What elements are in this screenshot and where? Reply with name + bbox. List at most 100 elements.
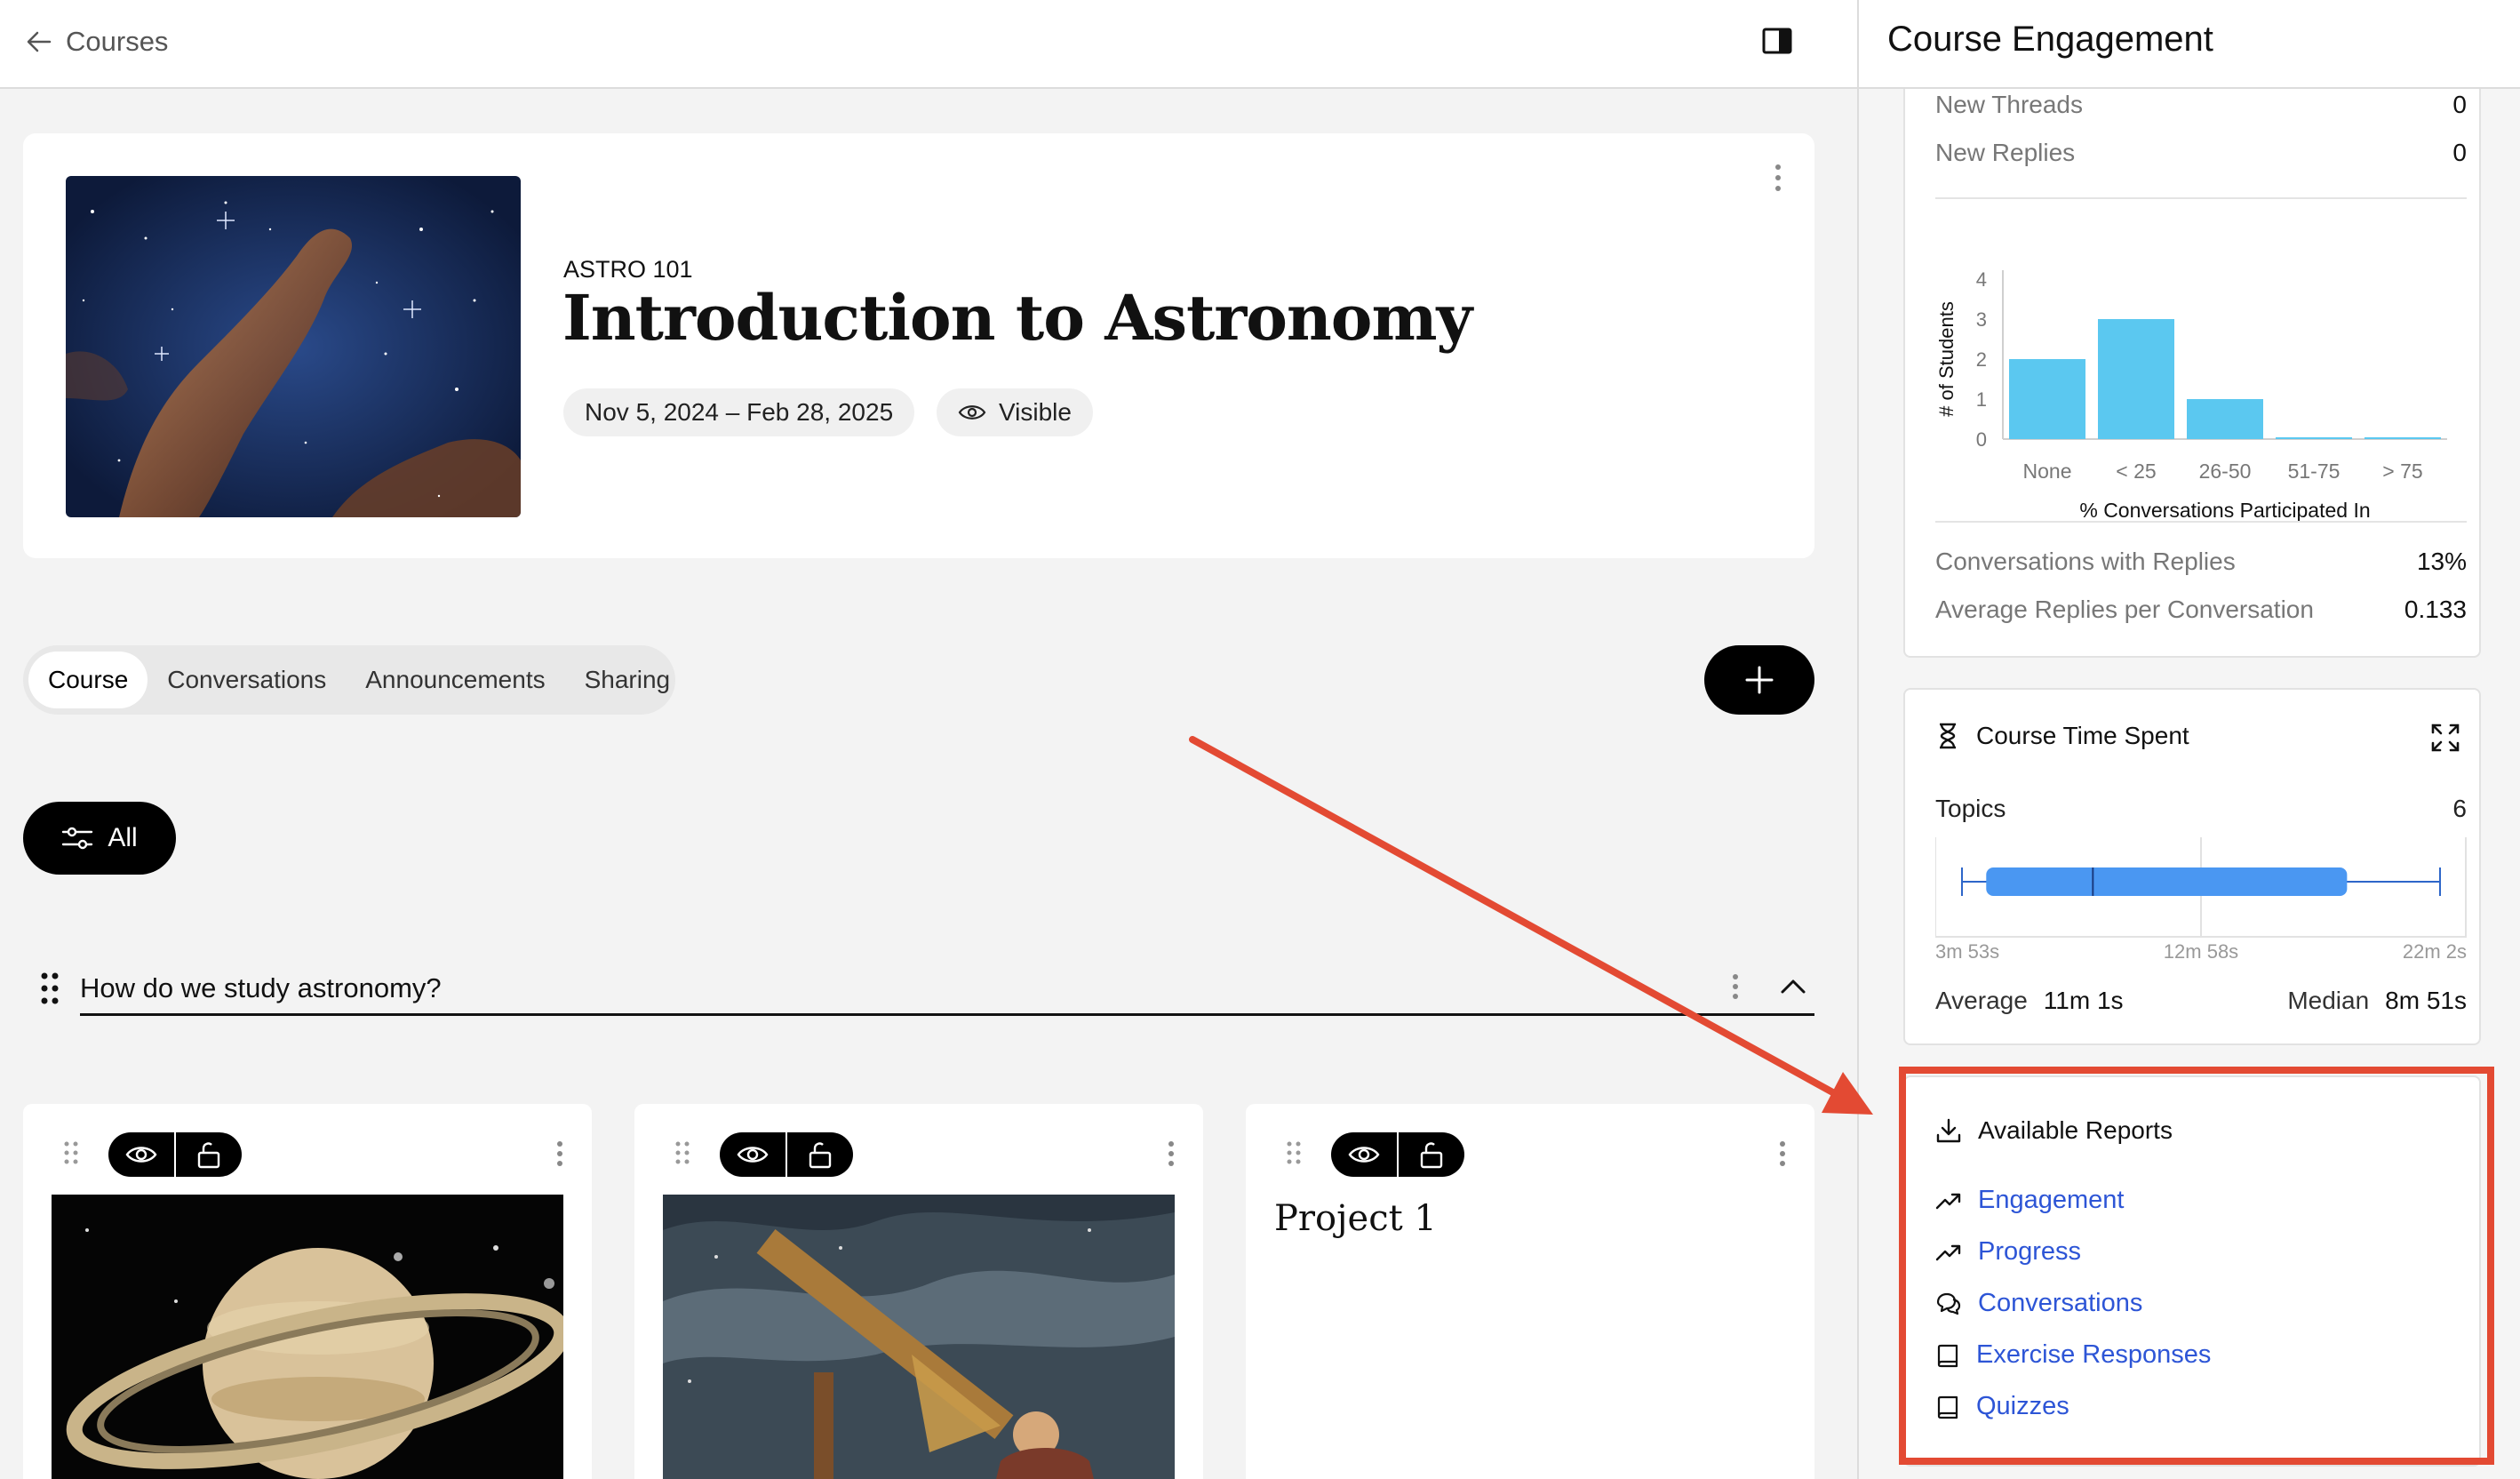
median-value: 8m 51s [2385, 987, 2467, 1014]
card-visibility-toggles [108, 1132, 242, 1177]
median-label: Median [2287, 987, 2370, 1014]
eye-icon[interactable] [720, 1132, 786, 1177]
tab-sharing[interactable]: Sharing [565, 652, 690, 708]
average-value: 11m 1s [2043, 987, 2124, 1014]
report-link-exercise-responses[interactable]: Exercise Responses [1935, 1340, 2211, 1370]
section-title[interactable]: How do we study astronomy? [80, 972, 442, 1004]
course-tabs: Course Conversations Announcements Shari… [23, 645, 675, 715]
top-bar: Courses [0, 0, 1857, 89]
x-tick-label: < 25 [2116, 460, 2156, 483]
tab-course[interactable]: Course [28, 652, 148, 708]
stat-row: New Replies 0 [1935, 139, 2467, 167]
axis-min-label: 3m 53s [1935, 940, 1999, 962]
panel-header: Course Engagement [1859, 0, 2520, 89]
card-image-telescope [663, 1195, 1175, 1479]
report-label: Progress [1978, 1237, 2082, 1266]
y-axis-label: # of Students [1935, 301, 1958, 417]
card-more-menu-icon[interactable] [1772, 1136, 1793, 1171]
time-spent-title: Course Time Spent [1976, 722, 2189, 749]
available-reports-card: Available Reports Engagement Progress Co… [1903, 1075, 2481, 1467]
content-card[interactable]: Project 1 [1246, 1104, 1814, 1479]
unlock-icon[interactable] [176, 1132, 242, 1177]
y-tick-label: 2 [1976, 348, 1987, 371]
add-button[interactable] [1704, 645, 1814, 715]
filter-button[interactable]: All [23, 802, 176, 875]
visibility-pill[interactable]: Visible [937, 388, 1093, 436]
card-more-menu-icon[interactable] [1160, 1136, 1182, 1171]
stat-value: 13% [2416, 548, 2467, 575]
report-link-quizzes[interactable]: Quizzes [1935, 1392, 2069, 1421]
x-tick-label: 26-50 [2199, 460, 2252, 483]
section-more-menu-icon[interactable] [1724, 969, 1747, 1004]
bar [2098, 319, 2174, 439]
unlock-icon[interactable] [787, 1132, 853, 1177]
section-header: How do we study astronomy? [36, 960, 1814, 1016]
report-link-engagement[interactable]: Engagement [1935, 1186, 2124, 1215]
engagement-card: New Threads 0 New Replies 0 0 1 2 3 4 # of St… [1903, 36, 2481, 658]
card-image-saturn [52, 1195, 563, 1479]
stat-label: Conversations with Replies [1935, 548, 2236, 575]
report-link-progress[interactable]: Progress [1935, 1237, 2081, 1267]
time-spent-header: Course Time Spent [1935, 722, 2189, 750]
eye-icon[interactable] [108, 1132, 174, 1177]
visibility-label: Visible [999, 398, 1072, 426]
drag-handle-icon[interactable] [1285, 1139, 1303, 1166]
stat-label: New Threads [1935, 91, 2084, 118]
divider [1935, 197, 2467, 199]
course-more-menu-icon[interactable] [1765, 160, 1791, 196]
section-divider [80, 1013, 1814, 1016]
card-visibility-toggles [1331, 1132, 1464, 1177]
time-spent-boxplot: 3m 53s 12m 58s 22m 2s [1935, 837, 2467, 962]
book-icon [1937, 1395, 1958, 1419]
card-more-menu-icon[interactable] [549, 1136, 570, 1171]
report-link-conversations[interactable]: Conversations [1935, 1289, 2142, 1318]
sliders-icon [62, 827, 93, 850]
book-icon [1937, 1344, 1958, 1367]
y-tick-label: 1 [1976, 388, 1987, 411]
drag-handle-icon[interactable] [39, 971, 60, 1006]
x-tick-label: > 75 [2382, 460, 2422, 483]
drag-handle-icon[interactable] [674, 1139, 691, 1166]
unlock-icon[interactable] [1399, 1132, 1464, 1177]
report-label: Engagement [1978, 1186, 2125, 1214]
content-card[interactable] [634, 1104, 1203, 1479]
topics-value: 6 [2452, 795, 2467, 822]
participation-bar-chart: 0 1 2 3 4 # of Students None < 25 26-50 51-75 > 75… [1935, 268, 2447, 522]
tab-announcements[interactable]: Announcements [346, 652, 564, 708]
stat-label: New Replies [1935, 139, 2076, 166]
topics-row: Topics 6 [1935, 795, 2467, 823]
filter-label: All [108, 823, 138, 852]
boxplot-box [1986, 867, 2348, 896]
bar [2187, 399, 2263, 439]
bar [2009, 359, 2085, 439]
panel-toggle-icon[interactable] [1759, 23, 1795, 59]
reports-title: Available Reports [1978, 1116, 2173, 1144]
topics-label: Topics [1935, 795, 2006, 822]
content-card[interactable] [23, 1104, 592, 1479]
panel-title: Course Engagement [1887, 20, 2213, 59]
expand-icon[interactable] [2429, 722, 2461, 754]
divider [1935, 521, 2467, 523]
x-axis-label: % Conversations Participated In [2079, 499, 2370, 522]
stat-value: 0.133 [2404, 596, 2467, 623]
chat-bubbles-icon [1936, 1292, 1961, 1315]
report-label: Quizzes [1976, 1392, 2069, 1420]
trend-up-icon [1935, 1244, 1961, 1260]
back-to-courses-link[interactable]: Courses [25, 20, 168, 64]
report-label: Exercise Responses [1976, 1340, 2212, 1369]
chevron-up-icon[interactable] [1774, 969, 1813, 1004]
back-label: Courses [66, 26, 169, 57]
trend-up-icon [1935, 1193, 1961, 1209]
course-engagement-panel: Course Engagement New Threads 0 New Repl… [1857, 0, 2520, 1479]
eye-icon[interactable] [1331, 1132, 1397, 1177]
course-dates-pill: Nov 5, 2024 – Feb 28, 2025 [563, 388, 915, 436]
course-title: Introduction to Astronomy [562, 281, 1472, 355]
y-tick-label: 0 [1976, 428, 1987, 451]
axis-max-label: 22m 2s [2403, 940, 2467, 962]
y-tick-label: 3 [1976, 308, 1987, 331]
axis-mid-label: 12m 58s [2164, 940, 2238, 962]
y-tick-label: 4 [1976, 268, 1987, 291]
drag-handle-icon[interactable] [62, 1139, 80, 1166]
arrow-left-icon [27, 31, 52, 52]
tab-conversations[interactable]: Conversations [148, 652, 346, 708]
